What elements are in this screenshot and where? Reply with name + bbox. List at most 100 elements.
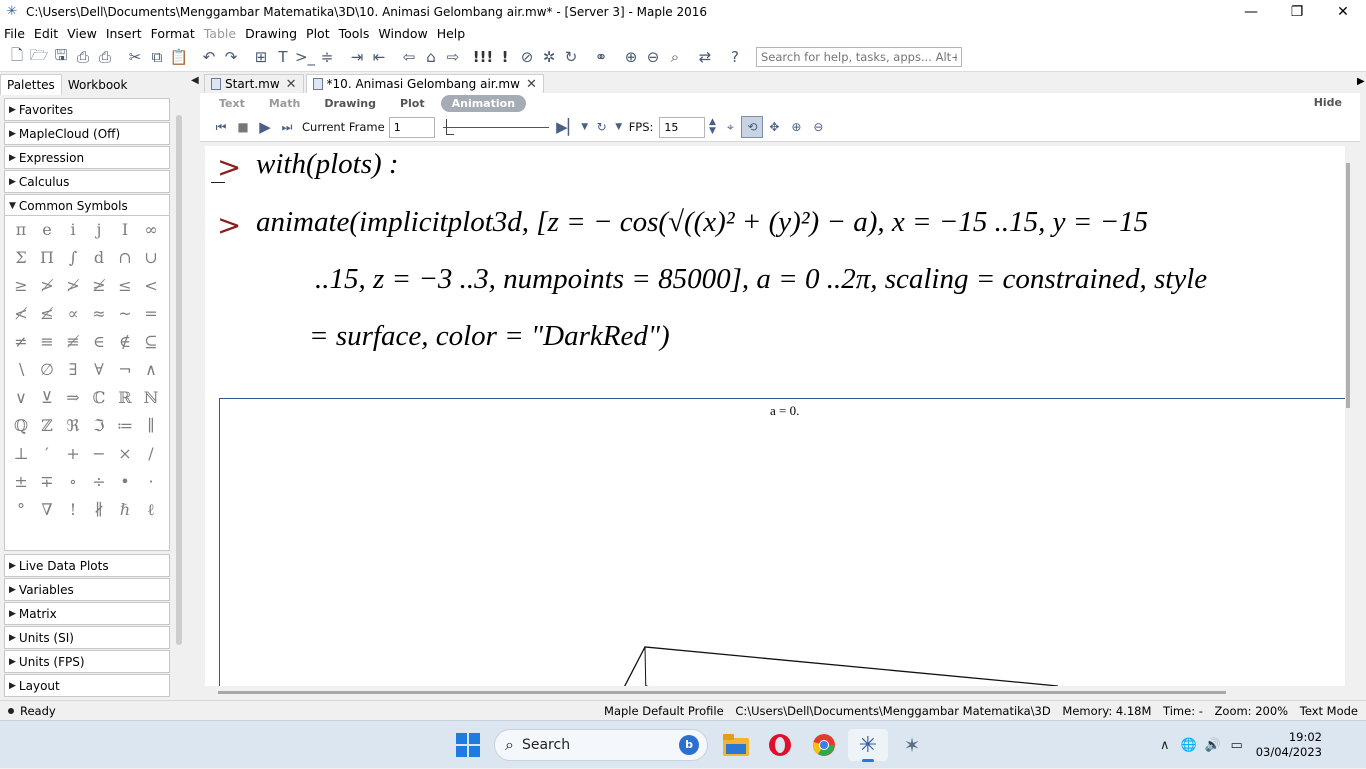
palette-symbol[interactable]: ′ <box>35 442 59 466</box>
palette-symbol[interactable]: ℤ <box>35 414 59 438</box>
mode-text[interactable]: Text <box>219 97 245 110</box>
close-tab-icon[interactable]: ✕ <box>286 77 297 92</box>
zoom-in-icon[interactable]: ⊕ <box>620 46 642 68</box>
palette-symbol[interactable]: ∥ <box>139 414 163 438</box>
menu-view[interactable]: View <box>67 26 97 41</box>
palette-symbol[interactable]: ∝ <box>61 302 85 326</box>
menu-edit[interactable]: Edit <box>34 26 58 41</box>
palette-maplecloud[interactable]: ▶ MapleCloud (Off) <box>4 122 170 145</box>
collapse-right-icon[interactable]: ▶ <box>1357 76 1365 87</box>
search-input[interactable] <box>756 47 962 67</box>
zoom-icon[interactable]: ⌕ <box>664 46 686 68</box>
palette-matrix[interactable]: ▶ Matrix <box>4 602 170 625</box>
frame-slider[interactable] <box>442 117 549 137</box>
palette-symbol[interactable]: ≯ <box>35 274 59 298</box>
clock[interactable]: 19:02 03/04/2023 <box>1256 730 1322 760</box>
palette-symbol[interactable]: ≢ <box>61 330 85 354</box>
collapse-left-icon[interactable]: ◀ <box>191 75 199 86</box>
execute-all-icon[interactable]: !!! <box>472 46 494 68</box>
interrupt-icon[interactable]: ⊘ <box>516 46 538 68</box>
palette-symbol[interactable]: i <box>61 218 85 242</box>
palette-symbol[interactable]: ° <box>9 498 33 522</box>
palette-symbol[interactable]: < <box>139 274 163 298</box>
next-frame-icon[interactable]: ⏭ <box>276 116 298 138</box>
palette-expression[interactable]: ▶ Expression <box>4 146 170 169</box>
worksheet-vertical-scrollbar[interactable] <box>1346 163 1350 408</box>
first-frame-icon[interactable]: ⏮ <box>210 116 232 138</box>
palette-symbol[interactable]: ℏ <box>113 498 137 522</box>
battery-icon[interactable]: ▭ <box>1226 738 1248 753</box>
insert-math-icon[interactable]: ⊞ <box>250 46 272 68</box>
insert-text-icon[interactable]: T <box>272 46 294 68</box>
tab-start[interactable]: Start.mw ✕ <box>204 74 304 93</box>
volume-icon[interactable]: 🔊 <box>1202 738 1224 753</box>
slider-thumb[interactable] <box>445 119 454 135</box>
palette-symbol[interactable]: ≥ <box>9 274 33 298</box>
palette-symbol[interactable]: = <box>139 302 163 326</box>
palette-units-si[interactable]: ▶ Units (SI) <box>4 626 170 649</box>
palette-symbol[interactable]: ∦ <box>87 498 111 522</box>
restart-icon[interactable]: ↻ <box>560 46 582 68</box>
tab-palettes[interactable]: Palettes <box>0 74 62 95</box>
hide-button[interactable]: Hide <box>1314 96 1342 109</box>
zoom-out-icon[interactable]: ⊖ <box>807 116 829 138</box>
palette-symbol[interactable]: ∅ <box>35 358 59 382</box>
palette-symbol[interactable]: ! <box>61 498 85 522</box>
palette-symbol[interactable]: ∨ <box>9 386 33 410</box>
play-icon[interactable]: ▶ <box>254 116 276 138</box>
palette-common-symbols[interactable]: ▼ Common Symbols <box>4 194 170 217</box>
fps-field[interactable]: 15 <box>659 116 706 138</box>
palette-symbol[interactable]: ≱ <box>87 274 111 298</box>
current-frame-field[interactable]: 1 <box>388 116 435 138</box>
mode-plot[interactable]: Plot <box>400 97 425 110</box>
palette-symbol[interactable]: π <box>9 218 33 242</box>
palette-symbol[interactable]: ≡ <box>35 330 59 354</box>
menu-format[interactable]: Format <box>151 26 195 41</box>
palette-symbol[interactable]: ≯ <box>61 274 85 298</box>
palette-symbol[interactable]: ∈ <box>87 330 111 354</box>
palette-symbol[interactable]: ∓ <box>35 470 59 494</box>
redo-icon[interactable]: ↷ <box>220 46 242 68</box>
menu-insert[interactable]: Insert <box>106 26 142 41</box>
play-forward-icon[interactable]: ▶▏ <box>556 116 579 138</box>
palette-symbol[interactable]: ∘ <box>61 470 85 494</box>
menu-table[interactable]: Table <box>204 26 236 41</box>
mode-math[interactable]: Math <box>269 97 300 110</box>
palette-symbol[interactable]: ℚ <box>9 414 33 438</box>
palette-symbol[interactable]: ≤ <box>113 274 137 298</box>
menu-help[interactable]: Help <box>437 26 466 41</box>
help-icon[interactable]: ? <box>724 46 746 68</box>
switch-icon[interactable]: ⇄ <box>694 46 716 68</box>
maple-taskbar-icon[interactable]: ✳ <box>848 729 888 762</box>
palette-symbol[interactable]: ℕ <box>139 386 163 410</box>
palette-symbol[interactable]: Π <box>35 246 59 270</box>
worksheet[interactable]: > with(plots) : > animate(implicitplot3d… <box>205 146 1345 686</box>
opera-icon[interactable] <box>760 729 800 761</box>
menu-drawing[interactable]: Drawing <box>245 26 297 41</box>
execute-icon[interactable]: ! <box>494 46 516 68</box>
palette-symbol[interactable]: e <box>35 218 59 242</box>
palette-scrollbar[interactable] <box>176 115 182 645</box>
palette-symbol[interactable]: / <box>139 442 163 466</box>
palette-symbol[interactable]: ℂ <box>87 386 111 410</box>
minimize-button[interactable]: — <box>1228 0 1274 23</box>
dropdown-arrow-icon[interactable]: ▼ <box>579 116 591 138</box>
palette-symbol[interactable]: ℝ <box>113 386 137 410</box>
palette-units-fps[interactable]: ▶ Units (FPS) <box>4 650 170 673</box>
palette-calculus[interactable]: ▶ Calculus <box>4 170 170 193</box>
debug-icon[interactable]: ✲ <box>538 46 560 68</box>
paste-icon[interactable]: 📋 <box>168 46 190 68</box>
chevron-up-icon[interactable]: ∧ <box>1154 738 1176 753</box>
palette-symbol[interactable]: ∖ <box>9 358 33 382</box>
palette-symbol[interactable]: ∀ <box>87 358 111 382</box>
loop-icon[interactable]: ↻ <box>591 116 613 138</box>
open-folder-icon[interactable]: 🗁 <box>28 46 50 68</box>
plot-canvas[interactable] <box>220 399 1345 686</box>
palette-symbol[interactable]: ∧ <box>139 358 163 382</box>
palette-symbol[interactable]: ℜ <box>61 414 85 438</box>
input-animate-line1[interactable]: animate(implicitplot3d, [z = − cos(√((x)… <box>256 206 1148 239</box>
link-icon[interactable]: ⚭ <box>590 46 612 68</box>
windows-start-icon[interactable] <box>448 729 488 761</box>
print-icon[interactable]: ⎙ <box>72 46 94 68</box>
indent-icon[interactable]: ⇥ <box>346 46 368 68</box>
